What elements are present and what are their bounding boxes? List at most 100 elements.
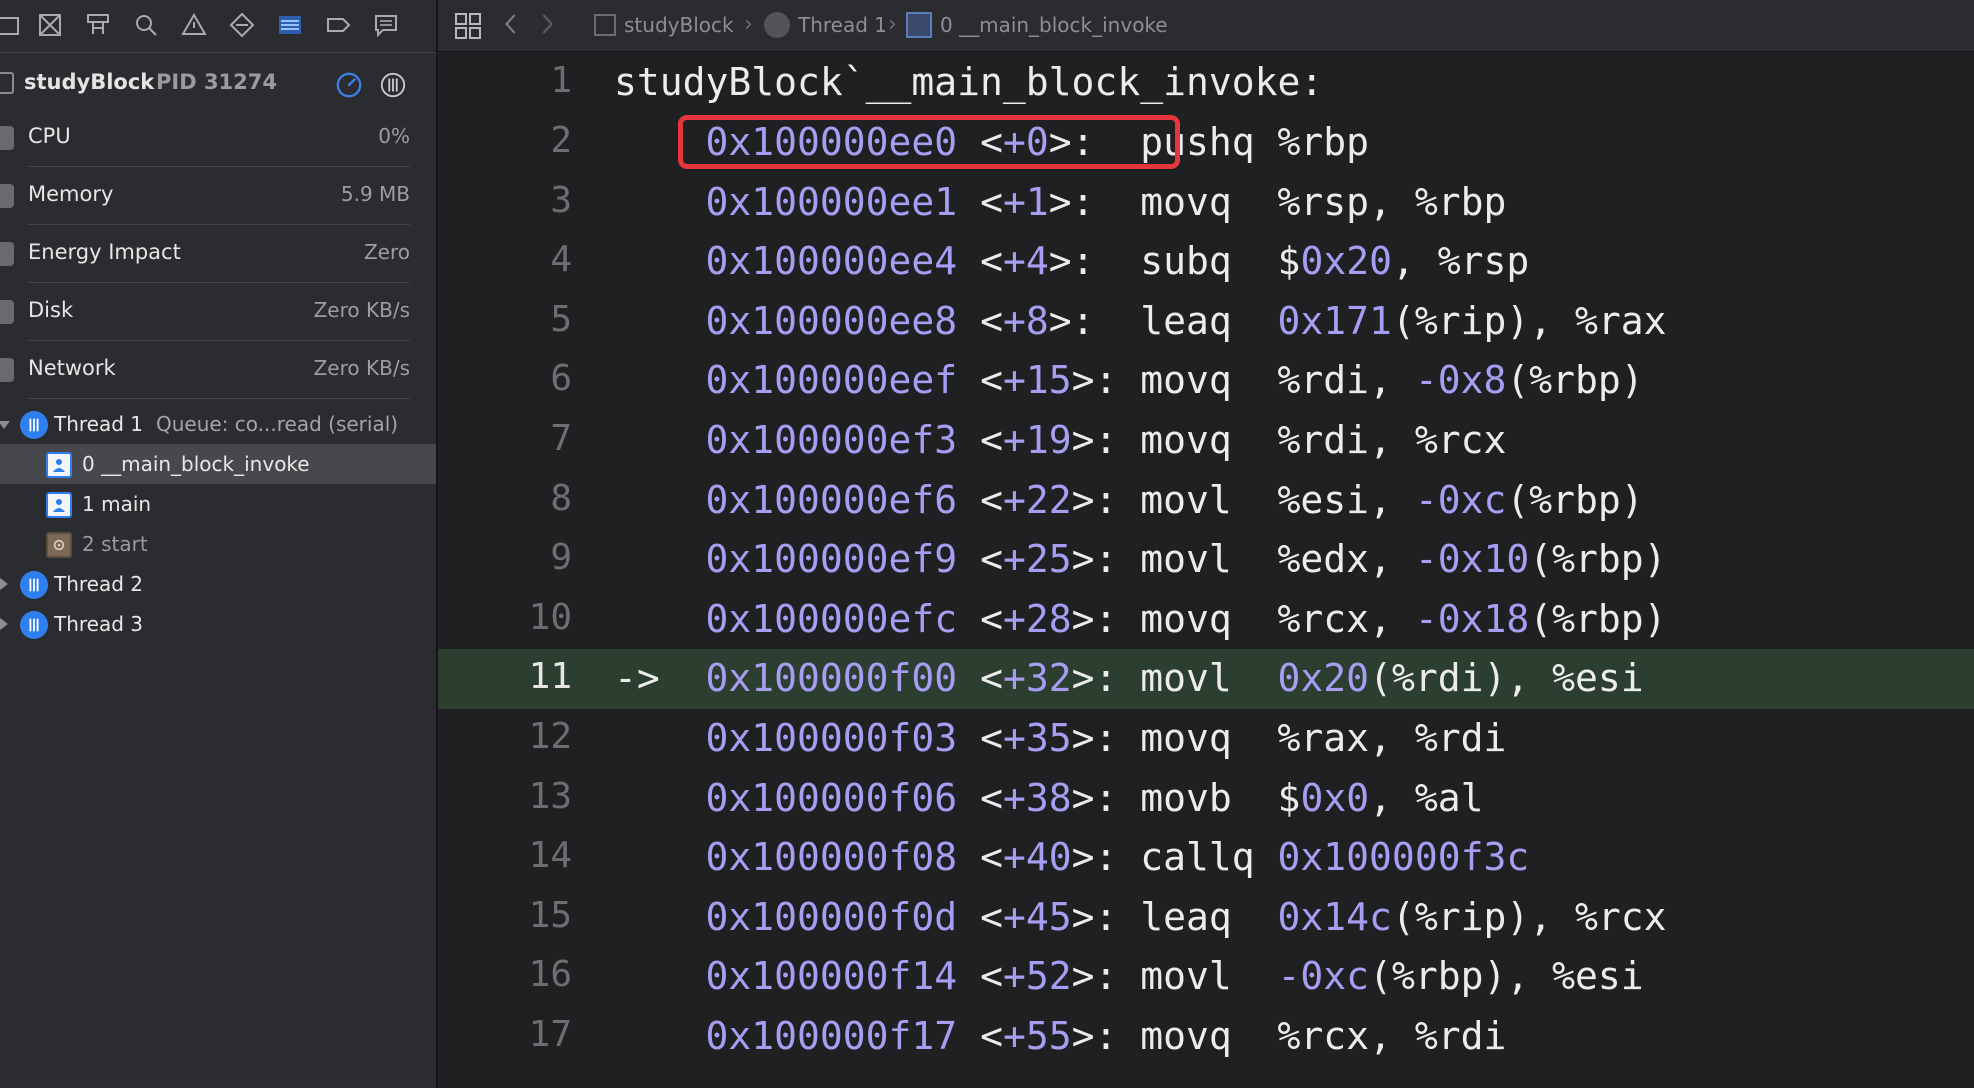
instruction: 0x100000ee4 <+4>: subq $0x20, %rsp xyxy=(614,239,1530,284)
code-line[interactable]: 5 0x100000ee8 <+8>: leaq 0x171(%rip), %r… xyxy=(438,292,1974,352)
gauge-memory[interactable]: Memory 5.9 MB xyxy=(0,168,436,225)
disassembly-editor[interactable]: 1 studyBlock`__main_block_invoke: 2 0x10… xyxy=(438,52,1974,1088)
address: 0x100000f06 xyxy=(705,775,958,820)
line-number: 16 xyxy=(528,954,572,996)
instruction: 0x100000f0d <+45>: leaq 0x14c(%rip), %rc… xyxy=(614,894,1667,939)
code-line[interactable]: 3 0x100000ee1 <+1>: movq %rsp, %rbp xyxy=(438,173,1974,233)
network-gauge-icon xyxy=(0,358,14,382)
pc-arrow xyxy=(614,597,706,641)
line-number: 10 xyxy=(528,596,572,638)
code-line[interactable]: 4 0x100000ee4 <+4>: subq $0x20, %rsp xyxy=(438,232,1974,292)
code-line-current[interactable]: 11 -> 0x100000f00 <+32>: movl 0x20(%rdi),… xyxy=(438,649,1974,710)
offset: <+25>: xyxy=(980,537,1118,582)
annotation-highlight-box xyxy=(678,115,1180,169)
threads-view-button[interactable] xyxy=(378,70,408,100)
code-line[interactable]: 2 0x100000ee0 <+0>: pushq %rbp xyxy=(438,113,1974,173)
code-line[interactable]: 8 0x100000ef6 <+22>: movl %esi, -0xc(%rb… xyxy=(438,471,1974,531)
code-line[interactable]: 13 0x100000f06 <+38>: movb $0x0, %al xyxy=(438,769,1974,829)
back-chevron-icon[interactable] xyxy=(502,10,520,42)
gauge-value: Zero xyxy=(363,240,410,264)
thread-icon xyxy=(20,411,48,439)
offset: <+32>: xyxy=(980,656,1118,701)
stack-frame-row[interactable]: 0 __main_block_invoke xyxy=(0,444,436,484)
line-number: 9 xyxy=(550,537,572,579)
offset: <+45>: xyxy=(980,894,1118,939)
disclosure-triangle-icon[interactable] xyxy=(0,421,10,429)
code-line[interactable]: 6 0x100000eef <+15>: movq %rdi, -0x8(%rb… xyxy=(438,351,1974,411)
line-number: 11 xyxy=(528,656,572,698)
opcode: movq xyxy=(1140,358,1278,403)
code-line[interactable]: 16 0x100000f14 <+52>: movl -0xc(%rbp), %… xyxy=(438,947,1974,1007)
breakpoint-icon[interactable] xyxy=(324,11,352,39)
operands: %rcx, %rdi xyxy=(1277,1014,1507,1058)
code-line[interactable]: 7 0x100000ef3 <+19>: movq %rdi, %rcx xyxy=(438,411,1974,471)
gauge-view-button[interactable] xyxy=(334,70,364,100)
disclosure-triangle-icon[interactable] xyxy=(0,578,8,590)
symbol-icon[interactable] xyxy=(84,11,112,39)
opcode: movq xyxy=(1140,418,1278,462)
stack-frame-label: 2 start xyxy=(82,532,148,556)
thread-row[interactable]: Thread 3 xyxy=(0,604,436,644)
code-line[interactable]: 9 0x100000ef9 <+25>: movl %edx, -0x10(%r… xyxy=(438,530,1974,590)
instruction: 0x100000f14 <+52>: movl -0xc(%rbp), %esi xyxy=(614,954,1644,998)
test-icon[interactable] xyxy=(228,11,256,39)
operands: %rcx, -0x18(%rbp) xyxy=(1277,596,1667,641)
jumpbar-item-frame[interactable]: 0 __main_block_invoke xyxy=(940,13,1168,37)
offset: <+19>: xyxy=(980,418,1118,462)
memory-gauge-icon xyxy=(0,184,14,208)
process-row[interactable]: studyBlock PID 31274 xyxy=(0,62,436,106)
address: 0x100000f08 xyxy=(705,835,958,880)
offset: <+4>: xyxy=(980,239,1095,284)
opcode: movq xyxy=(1140,596,1278,641)
code-line[interactable]: 10 0x100000efc <+28>: movq %rcx, -0x18(%… xyxy=(438,590,1974,650)
pc-arrow xyxy=(614,716,706,760)
thread-queue-label: Queue: co...read (serial) xyxy=(156,412,399,436)
disclosure-triangle-icon[interactable] xyxy=(0,618,8,630)
code-line[interactable]: 14 0x100000f08 <+40>: callq 0x100000f3c xyxy=(438,828,1974,888)
offset: <+55>: xyxy=(980,1014,1118,1058)
report-icon[interactable] xyxy=(372,11,400,39)
divider xyxy=(28,340,410,341)
stack-frame-row[interactable]: 2 start xyxy=(0,524,436,564)
jumpbar-item-thread[interactable]: Thread 1 xyxy=(798,13,887,37)
thread-row[interactable]: Thread 2 xyxy=(0,564,436,604)
jumpbar-item-project[interactable]: studyBlock xyxy=(624,13,734,37)
operands: $0x0, %al xyxy=(1277,775,1484,820)
line-number: 14 xyxy=(528,835,572,877)
code-line[interactable]: 12 0x100000f03 <+35>: movq %rax, %rdi xyxy=(438,709,1974,769)
thread-row[interactable]: Thread 1 Queue: co...read (serial) xyxy=(0,404,436,444)
stack-frame-row[interactable]: 1 main xyxy=(0,484,436,524)
operands: 0x20(%rdi), %esi xyxy=(1277,656,1644,701)
forward-chevron-icon[interactable] xyxy=(538,10,556,42)
gauge-energy-impact[interactable]: Energy Impact Zero xyxy=(0,226,436,283)
line-number: 6 xyxy=(550,358,572,400)
code-line[interactable]: 15 0x100000f0d <+45>: leaq 0x14c(%rip), … xyxy=(438,888,1974,948)
line-number: 5 xyxy=(550,298,572,340)
address: 0x100000f0d xyxy=(705,894,958,939)
gauge-disk[interactable]: Disk Zero KB/s xyxy=(0,284,436,341)
jumpbar-project-icon xyxy=(594,14,616,36)
code-line[interactable]: 17 0x100000f17 <+55>: movq %rcx, %rdi xyxy=(438,1007,1974,1067)
gauge-label: Energy Impact xyxy=(28,240,181,264)
gauge-value: 5.9 MB xyxy=(340,182,410,206)
debug-icon[interactable] xyxy=(276,11,304,39)
find-icon[interactable] xyxy=(132,11,160,39)
source-control-icon[interactable] xyxy=(36,11,64,39)
instruction: -> 0x100000f00 <+32>: movl 0x20(%rdi), %… xyxy=(614,656,1644,700)
folder-icon[interactable] xyxy=(0,11,22,39)
debug-navigator: studyBlock PID 31274 CPU 0% Memory 5.9 MB En… xyxy=(0,0,438,1088)
energy-impact-gauge-icon xyxy=(0,242,14,266)
issue-icon[interactable] xyxy=(180,11,208,39)
user-frame-icon xyxy=(46,452,72,478)
gauge-value: Zero KB/s xyxy=(313,356,410,380)
related-items-icon[interactable] xyxy=(454,12,482,44)
pc-arrow xyxy=(614,358,706,402)
operands: $0x20, %rsp xyxy=(1277,239,1530,284)
operands: %rax, %rdi xyxy=(1277,716,1507,760)
gauge-network[interactable]: Network Zero KB/s xyxy=(0,342,436,399)
process-icon xyxy=(0,72,14,94)
opcode: movq xyxy=(1140,179,1278,224)
thread-icon xyxy=(20,611,48,639)
operands: %rbp xyxy=(1277,120,1370,164)
gauge-cpu[interactable]: CPU 0% xyxy=(0,110,436,167)
